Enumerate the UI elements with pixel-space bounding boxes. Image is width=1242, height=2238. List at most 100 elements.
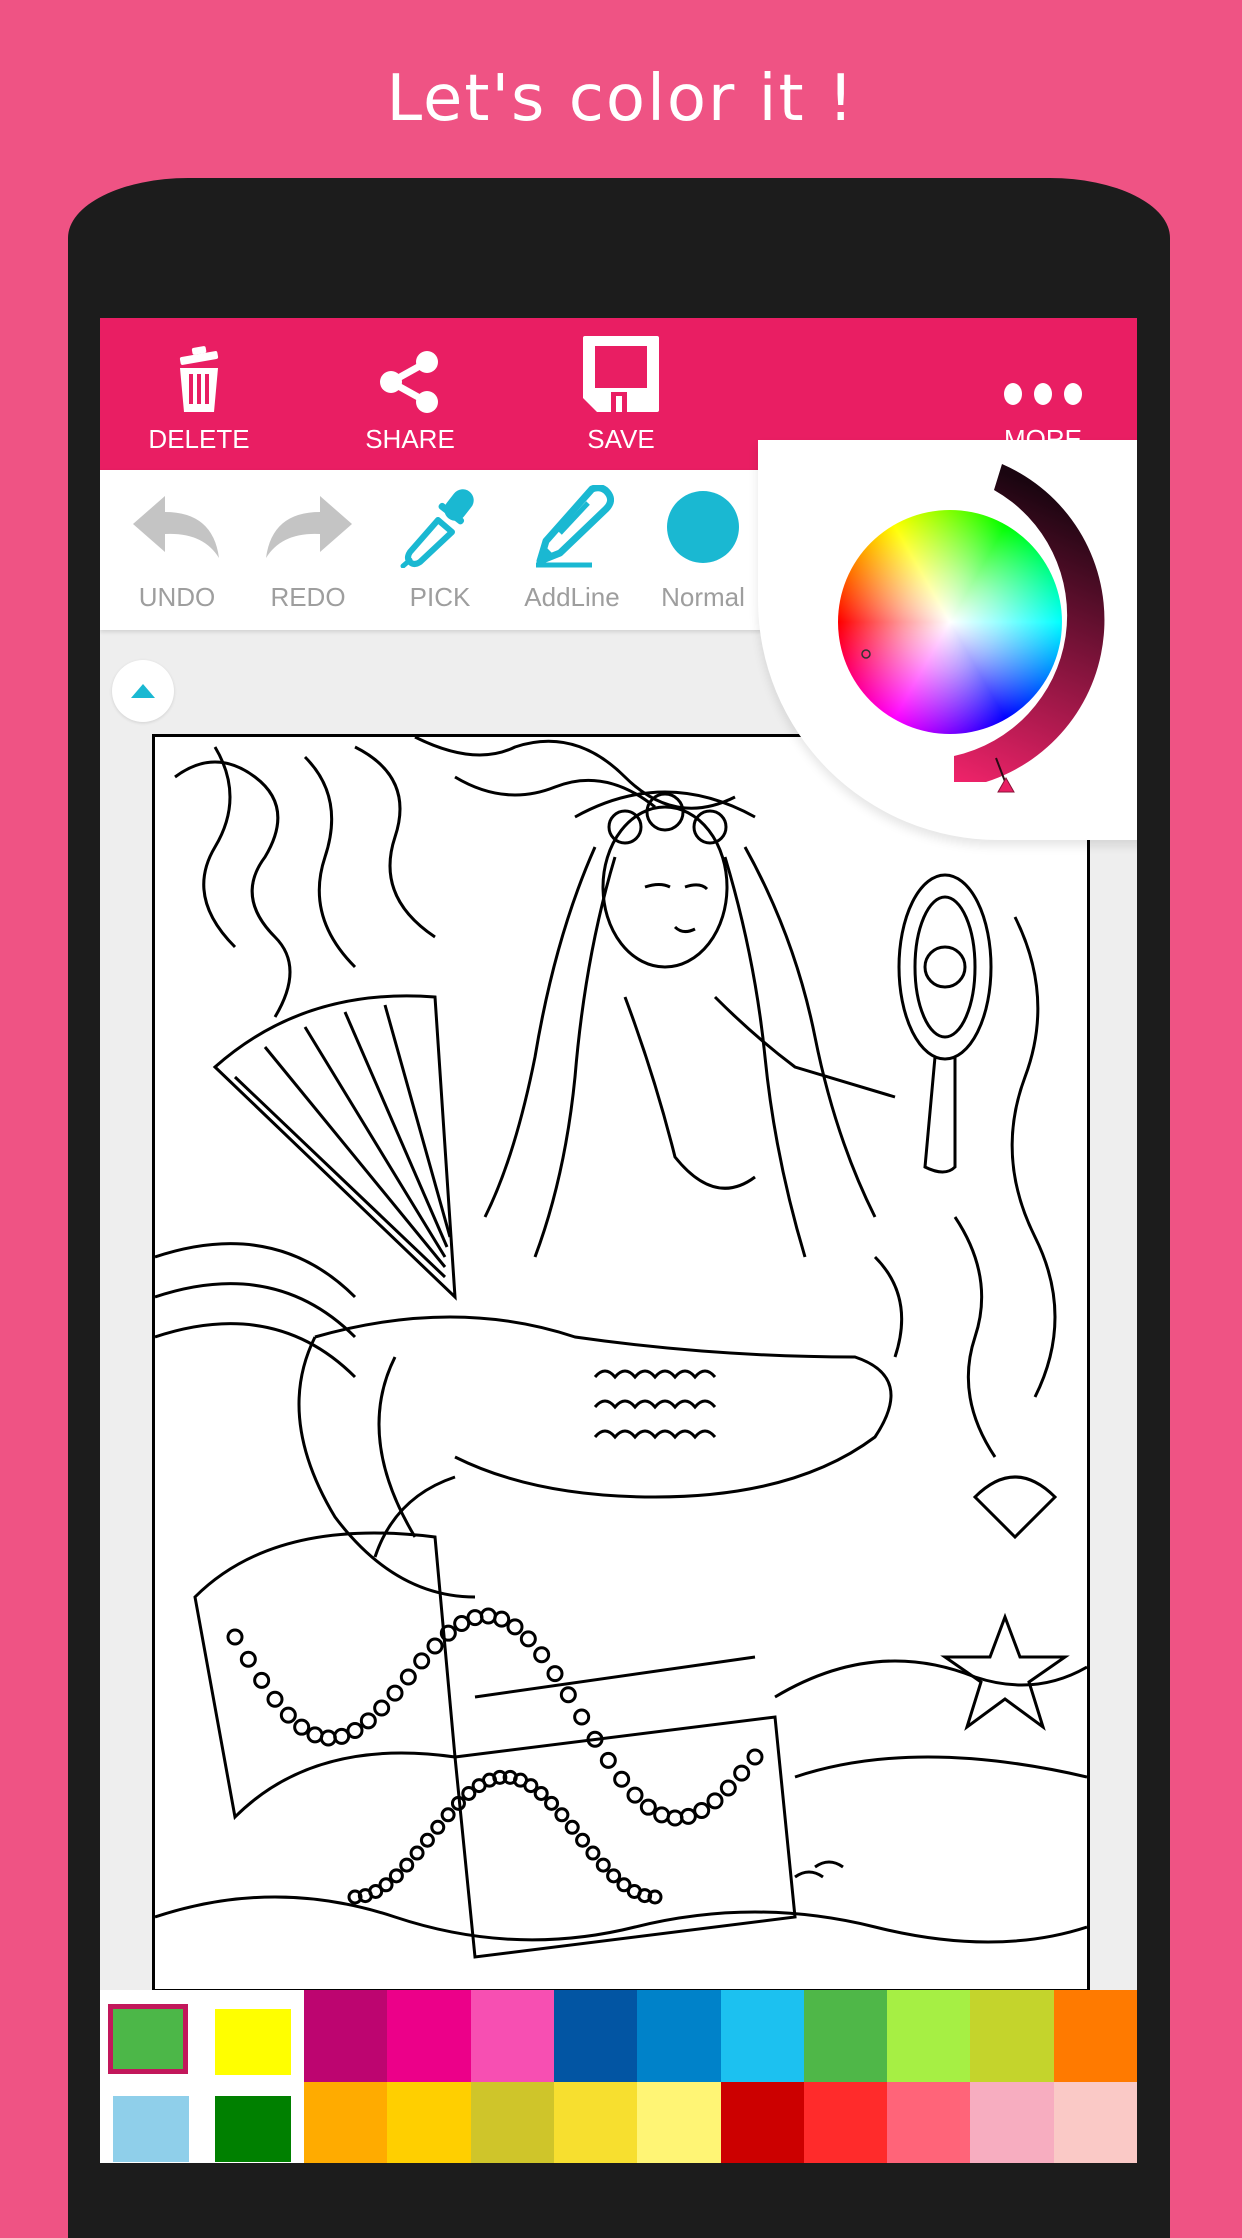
recent-color-swatch[interactable] xyxy=(215,2009,291,2075)
palette-swatch[interactable] xyxy=(1053,1990,1137,2082)
promo-title: Let's color it ! xyxy=(386,62,856,136)
pearl-line-art xyxy=(419,1832,435,1848)
redo-button[interactable]: REDO xyxy=(243,470,373,630)
delete-label: DELETE xyxy=(148,424,250,454)
eyedropper-icon xyxy=(400,489,474,568)
trash-icon xyxy=(179,346,219,412)
brightness-pointer-icon[interactable] xyxy=(997,776,1015,793)
pearl-line-art xyxy=(599,1751,617,1769)
pearl-line-art xyxy=(293,1718,311,1736)
pearl-line-art xyxy=(719,1779,737,1797)
color-picker-popup xyxy=(758,440,1137,840)
pearl-line-art xyxy=(544,1795,560,1811)
pearl-line-art xyxy=(546,1665,564,1683)
collapse-toolbar-button[interactable] xyxy=(112,660,174,722)
pick-label: PICK xyxy=(409,582,471,612)
palette-swatch[interactable] xyxy=(1053,2082,1137,2163)
hue-wheel[interactable] xyxy=(838,510,1062,734)
recent-color-swatch[interactable] xyxy=(113,2009,183,2069)
pearl-line-art xyxy=(409,1845,425,1861)
undo-button[interactable]: UNDO xyxy=(112,470,242,630)
palette-swatch[interactable] xyxy=(637,2082,722,2163)
share-button[interactable]: SHARE xyxy=(335,318,485,470)
pearl-line-art xyxy=(575,1832,591,1848)
pearl-line-art xyxy=(306,1726,324,1744)
pick-button[interactable]: PICK xyxy=(375,470,505,630)
palette-swatch[interactable] xyxy=(553,1990,638,2082)
pearl-line-art xyxy=(533,1646,551,1664)
palette-swatch[interactable] xyxy=(553,2082,638,2163)
floppy-disk-icon xyxy=(583,336,659,412)
pearl-line-art xyxy=(413,1652,431,1670)
palette-swatch[interactable] xyxy=(970,1990,1055,2082)
palette-swatch[interactable] xyxy=(720,2082,805,2163)
pearl-line-art xyxy=(519,1630,537,1648)
pearl-line-art xyxy=(466,1609,484,1627)
pearl-line-art xyxy=(533,1785,549,1801)
mermaid-line-art xyxy=(155,737,1087,1959)
pearl-line-art xyxy=(693,1802,711,1820)
pearl-line-art xyxy=(585,1845,601,1861)
pearl-line-art xyxy=(346,1722,364,1740)
palette-swatch[interactable] xyxy=(803,2082,888,2163)
pearl-line-art xyxy=(386,1684,404,1702)
pearl-line-art xyxy=(613,1770,631,1788)
palette-swatch[interactable] xyxy=(470,2082,555,2163)
pearl-line-art xyxy=(573,1708,591,1726)
pearl-line-art xyxy=(226,1628,244,1646)
pearl-line-art xyxy=(430,1819,446,1835)
pearl-line-art xyxy=(279,1706,297,1724)
more-dots-icon xyxy=(1004,383,1082,405)
palette-swatch[interactable] xyxy=(970,2082,1055,2163)
share-label: SHARE xyxy=(365,424,455,454)
pearl-line-art xyxy=(399,1857,415,1873)
recent-color-swatch[interactable] xyxy=(113,2096,189,2162)
addline-label: AddLine xyxy=(524,582,620,612)
redo-label: REDO xyxy=(270,582,346,612)
app-screen: DELETE SHARE SAVE MORE UNDO REDO PICK Ad… xyxy=(100,318,1137,2163)
pearl-line-art xyxy=(733,1764,751,1782)
palette-swatch[interactable] xyxy=(387,1990,472,2082)
pearl-line-art xyxy=(653,1806,671,1824)
save-label: SAVE xyxy=(587,424,655,454)
pearl-line-art xyxy=(606,1868,622,1884)
delete-button[interactable]: DELETE xyxy=(124,318,274,470)
pearl-line-art xyxy=(373,1699,391,1717)
recent-color-swatch[interactable] xyxy=(215,2096,291,2162)
color-palette xyxy=(100,1990,1137,2163)
palette-swatch[interactable] xyxy=(803,1990,888,2082)
chevron-up-icon xyxy=(131,684,155,698)
undo-arrow-icon xyxy=(133,496,219,558)
pearl-line-art xyxy=(239,1650,257,1668)
pencil-line-icon xyxy=(536,485,614,568)
pearl-line-art xyxy=(266,1690,284,1708)
pearl-line-art xyxy=(399,1668,417,1686)
pearl-line-art xyxy=(426,1637,444,1655)
redo-arrow-icon xyxy=(266,496,352,558)
undo-label: UNDO xyxy=(138,582,216,612)
coloring-canvas[interactable] xyxy=(152,734,1090,1992)
share-icon xyxy=(380,351,438,413)
palette-swatch[interactable] xyxy=(887,1990,972,2082)
palette-swatch[interactable] xyxy=(387,2082,472,2163)
palette-swatch[interactable] xyxy=(720,1990,805,2082)
normal-brush-button[interactable]: Normal xyxy=(638,470,768,630)
pearl-line-art xyxy=(378,1877,394,1893)
palette-swatch[interactable] xyxy=(304,1990,388,2082)
palette-swatch[interactable] xyxy=(304,2082,388,2163)
color-wheel-panel xyxy=(838,464,1105,793)
pearl-line-art xyxy=(388,1868,404,1884)
pearl-line-art xyxy=(595,1857,611,1873)
pearl-line-art xyxy=(626,1786,644,1804)
palette-swatch[interactable] xyxy=(470,1990,555,2082)
addline-button[interactable]: AddLine xyxy=(507,470,637,630)
pearl-line-art xyxy=(639,1798,657,1816)
pearl-line-art xyxy=(706,1792,724,1810)
pearl-line-art xyxy=(506,1618,524,1636)
palette-swatch[interactable] xyxy=(887,2082,972,2163)
palette-swatch[interactable] xyxy=(637,1990,722,2082)
pearl-line-art xyxy=(253,1671,271,1689)
pearl-line-art xyxy=(564,1819,580,1835)
pearl-line-art xyxy=(746,1748,764,1766)
save-button[interactable]: SAVE xyxy=(546,318,696,470)
